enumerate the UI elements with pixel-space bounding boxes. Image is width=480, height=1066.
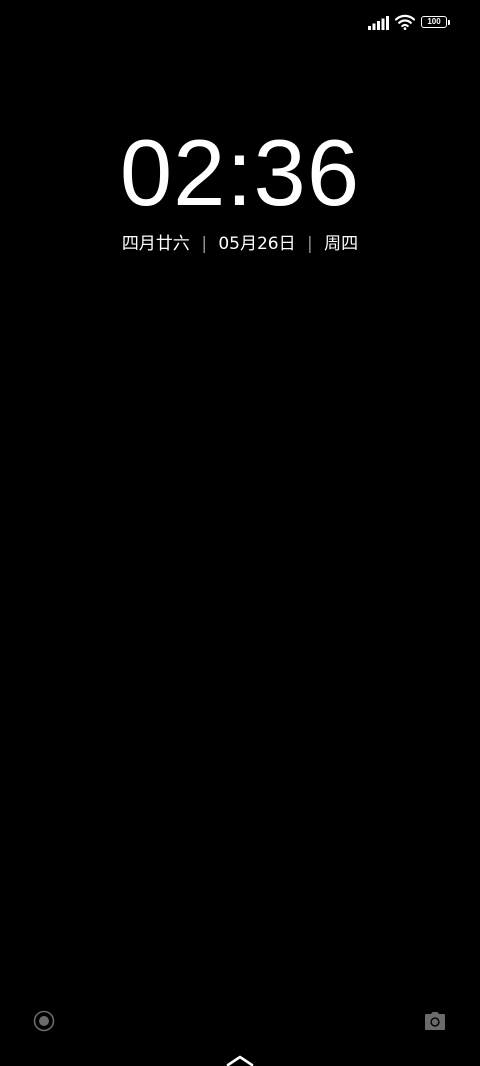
wifi-icon [395, 14, 415, 30]
battery-indicator: 100 [421, 16, 453, 30]
lock-screen: 100 02:36 四月廿六 | 05月26日 | 周四 [0, 0, 480, 1066]
calendar-date: 05月26日 [218, 234, 296, 254]
battery-tip [448, 19, 450, 25]
camera-icon[interactable] [424, 1011, 446, 1031]
lockscreen-date-row: 四月廿六 | 05月26日 | 周四 [0, 232, 480, 256]
lockscreen-clock: 02:36 [119, 120, 361, 225]
chevron-up-icon[interactable] [226, 1054, 254, 1066]
control-center-icon[interactable] [33, 1010, 55, 1032]
weekday: 周四 [324, 234, 359, 254]
date-separator: | [201, 234, 207, 254]
lunar-date: 四月廿六 [121, 234, 190, 254]
signal-bars-icon [368, 16, 389, 30]
battery-level: 100 [427, 17, 441, 26]
status-bar: 100 [0, 0, 480, 46]
date-separator: | [307, 234, 313, 254]
